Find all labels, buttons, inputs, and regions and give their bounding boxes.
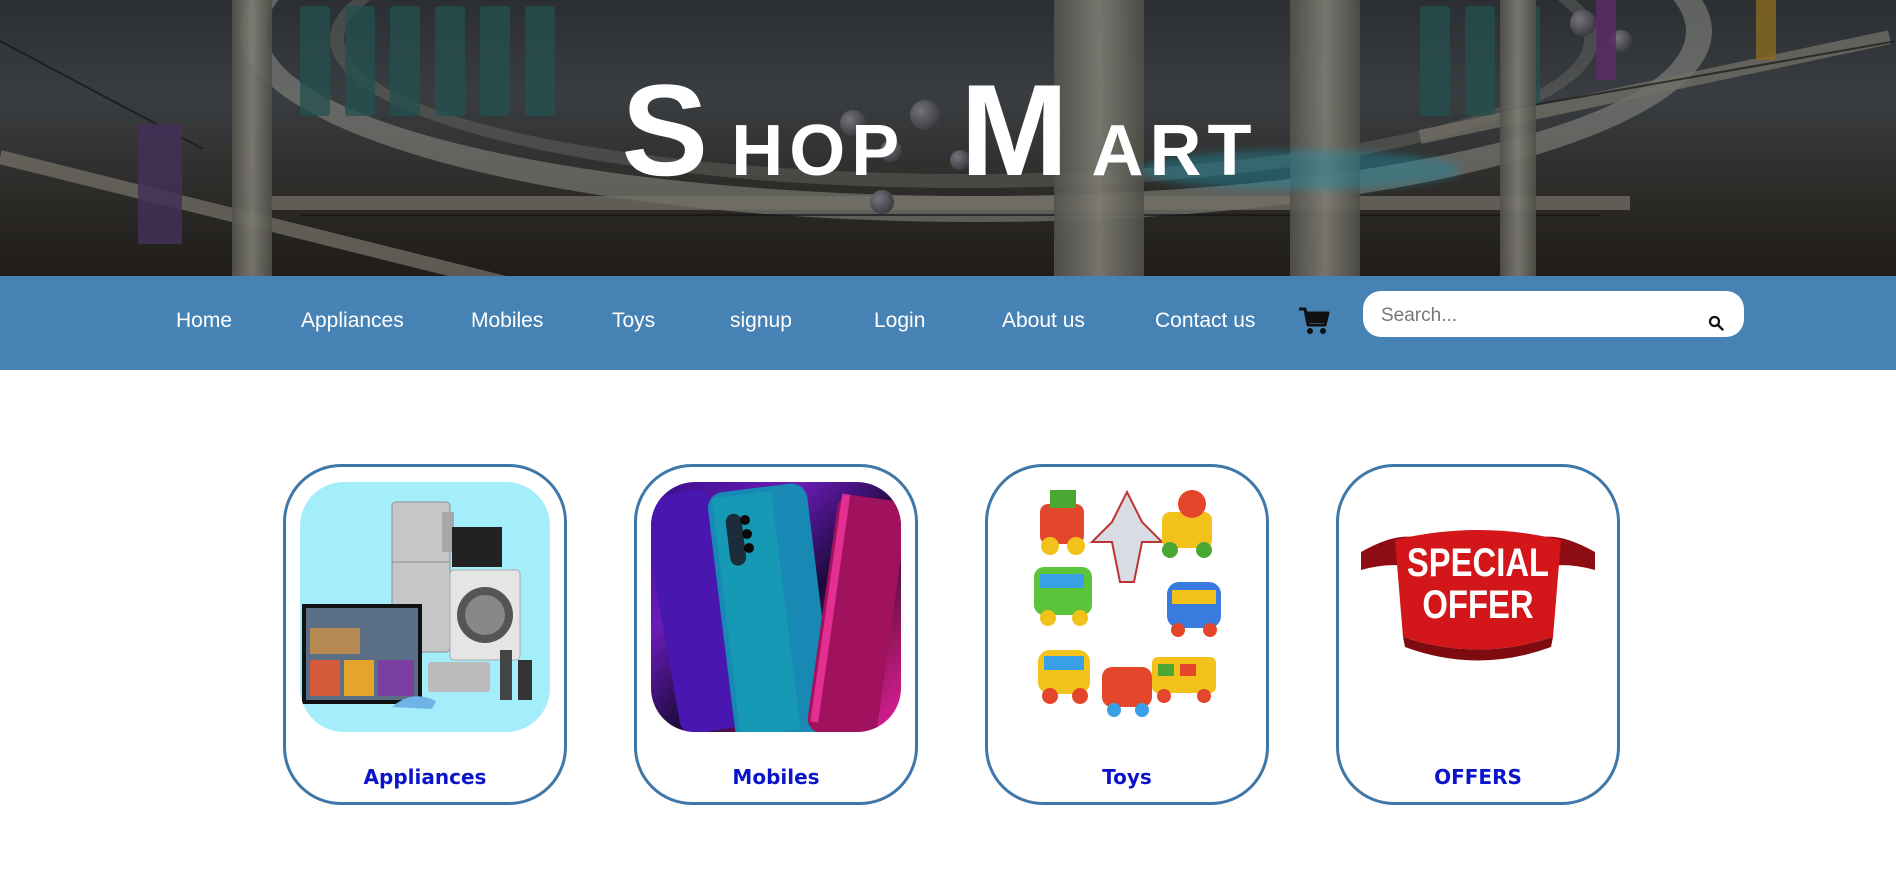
category-label[interactable]: OFFERS: [1339, 765, 1617, 789]
logo-rest: HOP: [731, 111, 906, 191]
nav-link-about-us[interactable]: About us: [1002, 309, 1085, 333]
nav-link-login[interactable]: Login: [874, 309, 925, 333]
toys-image: [1002, 482, 1252, 732]
logo-rest: ART: [1091, 111, 1258, 191]
nav-link-toys[interactable]: Toys: [612, 309, 655, 333]
offer-text-line: OFFER: [1422, 583, 1534, 627]
nav-link-signup[interactable]: signup: [730, 309, 792, 333]
logo-capital: M: [960, 57, 1075, 203]
category-label[interactable]: Toys: [988, 765, 1266, 789]
category-card-mobiles[interactable]: Mobiles: [634, 464, 918, 805]
nav-link-mobiles[interactable]: Mobiles: [471, 309, 543, 333]
category-card-offers[interactable]: SPECIAL OFFER OFFERS: [1336, 464, 1620, 805]
site-logo: S HOP M ART: [0, 65, 1896, 211]
category-label[interactable]: Mobiles: [637, 765, 915, 789]
logo-capital: S: [621, 57, 715, 203]
search-icon[interactable]: [1708, 315, 1724, 331]
category-card-toys[interactable]: Toys: [985, 464, 1269, 805]
category-label[interactable]: Appliances: [286, 765, 564, 789]
special-offer-text: SPECIAL OFFER: [1376, 542, 1581, 626]
nav-link-appliances[interactable]: Appliances: [301, 309, 404, 333]
special-offer-image: SPECIAL OFFER: [1353, 482, 1603, 732]
search-input[interactable]: [1379, 300, 1683, 332]
nav-link-home[interactable]: Home: [176, 309, 232, 333]
search-bar: [1363, 291, 1744, 337]
appliances-image: [300, 482, 550, 732]
mobiles-image: [651, 482, 901, 732]
main-navbar: Home Appliances Mobiles Toys signup Logi…: [0, 276, 1896, 370]
nav-link-contact-us[interactable]: Contact us: [1155, 309, 1255, 333]
hero-banner: S HOP M ART: [0, 0, 1896, 276]
offer-text-line: SPECIAL: [1406, 541, 1550, 585]
shopping-cart-icon[interactable]: [1298, 306, 1330, 336]
category-card-appliances[interactable]: Appliances: [283, 464, 567, 805]
